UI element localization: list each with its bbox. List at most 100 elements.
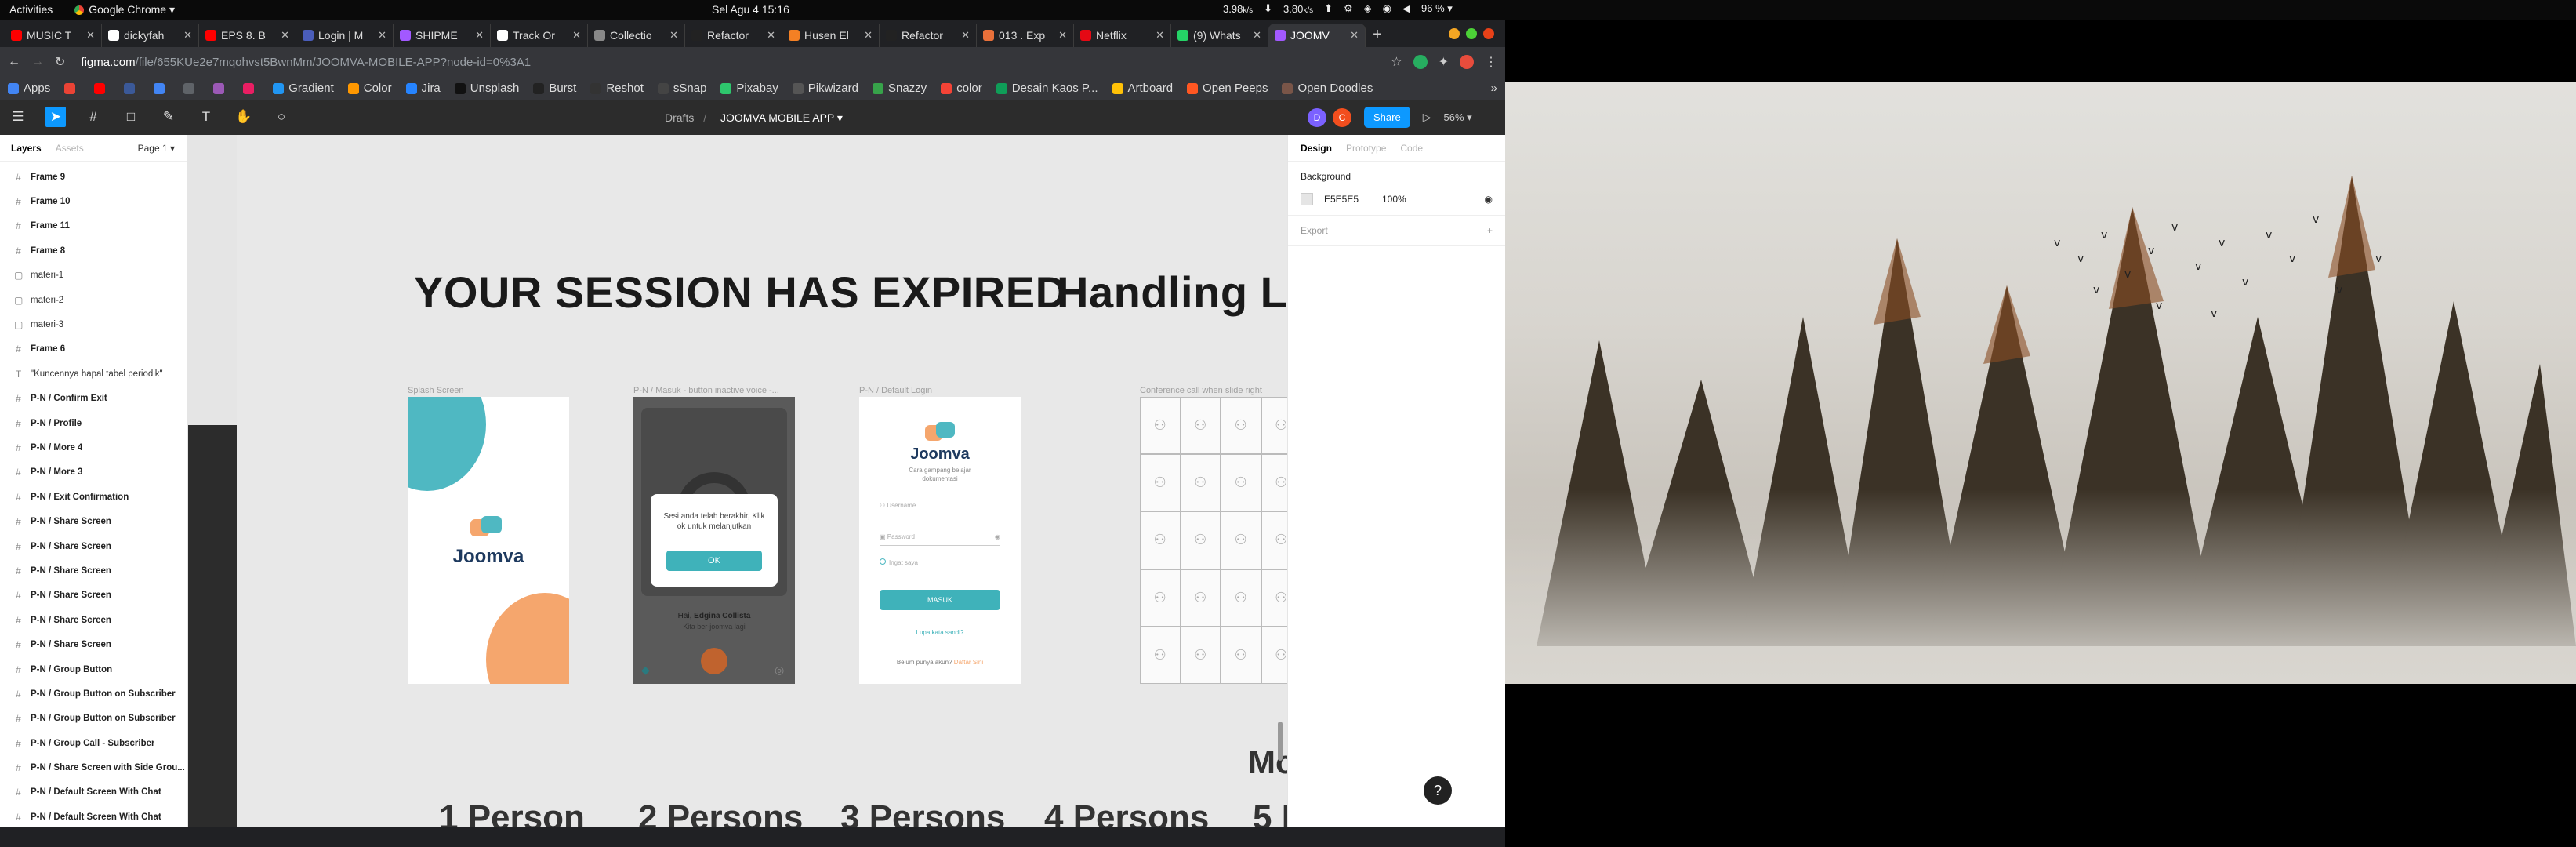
file-name-menu[interactable]: JOOMVA MOBILE APP ▾ [720,111,843,124]
text-tool-icon[interactable]: T [196,107,216,127]
browser-tab[interactable]: dickyfah ✕ [102,24,199,47]
layer-item[interactable]: # P-N / Share Screen [0,632,187,656]
bookmark-star-icon[interactable]: ☆ [1391,54,1402,70]
bookmark-item[interactable]: Open Peeps [1187,82,1268,95]
hand-tool-icon[interactable]: ✋ [234,107,254,127]
comment-tool-icon[interactable]: ○ [271,107,292,127]
bg-color-swatch[interactable] [1301,193,1313,205]
forgot-password-link[interactable]: Lupa kata sandi? [859,629,1021,636]
main-menu-icon[interactable]: ☰ [8,107,28,127]
add-export-icon[interactable]: + [1487,225,1493,236]
bookmark-item[interactable]: color [941,82,982,95]
close-tab-icon[interactable]: ✕ [378,29,386,42]
browser-tab[interactable]: SHIPME ✕ [394,24,491,47]
close-window-button[interactable] [1483,28,1494,39]
layer-item[interactable]: # P-N / Default Screen With Chat [0,805,187,829]
layer-item[interactable]: # Frame 10 [0,189,187,213]
frame-label[interactable]: Conference call when slide right [1140,386,1262,395]
layer-item[interactable]: # Frame 11 [0,214,187,238]
design-canvas[interactable]: YOUR SESSION HAS EXPIRED Handling L Spla… [188,135,1287,827]
layer-item[interactable]: ▢ materi-1 [0,264,187,288]
bookmark-item[interactable]: Jira [405,82,441,95]
shape-tool-icon[interactable]: □ [121,107,141,127]
layer-item[interactable]: # P-N / More 4 [0,435,187,460]
present-play-icon[interactable]: ▷ [1423,111,1431,124]
bookmark-item[interactable]: Reshot [590,82,644,95]
layer-item[interactable]: ▢ materi-3 [0,312,187,336]
frame-tool-icon[interactable]: # [83,107,103,127]
bookmark-item[interactable]: Burst [533,82,576,95]
tab-prototype[interactable]: Prototype [1346,143,1386,154]
profile-avatar-icon[interactable] [1460,55,1474,69]
url-field[interactable]: figma.com/file/655KUe2e7mqohvst5BwnMm/JO… [76,56,1380,69]
layer-item[interactable]: # P-N / Share Screen with Side Grou... [0,755,187,780]
close-tab-icon[interactable]: ✕ [1350,29,1359,42]
close-tab-icon[interactable]: ✕ [961,29,970,42]
pen-tool-icon[interactable]: ✎ [158,107,179,127]
bookmark-item[interactable] [183,82,199,94]
zoom-menu[interactable]: 56% ▾ [1443,111,1471,124]
layer-item[interactable]: # P-N / More 3 [0,460,187,485]
forward-icon[interactable]: → [31,55,44,69]
extensions-puzzle-icon[interactable]: ✦ [1439,54,1449,70]
password-field[interactable]: ▣ Password ◉ [880,533,1000,546]
bookmark-item[interactable]: Pikwizard [792,82,858,95]
close-tab-icon[interactable]: ✕ [767,29,775,42]
layer-item[interactable]: # P-N / Group Button [0,657,187,682]
close-tab-icon[interactable]: ✕ [1253,29,1261,42]
browser-tab[interactable]: Refactor ✕ [685,24,782,47]
bookmark-item[interactable] [94,82,110,94]
login-frame[interactable]: Joomva Cara gampang belajar dokumentasi … [859,397,1021,684]
splash-screen-frame[interactable]: Joomva [408,397,569,684]
avatar[interactable]: C [1333,107,1351,127]
browser-tab[interactable]: JOOMV ✕ [1268,24,1366,47]
bookmark-item[interactable] [124,82,140,94]
browser-tab[interactable]: EPS 8. B ✕ [199,24,296,47]
layer-item[interactable]: T "Kuncennya hapal tabel periodik" [0,362,187,386]
bookmark-item[interactable]: Desain Kaos P... [996,82,1098,95]
move-tool-icon[interactable]: ➤ [45,107,66,127]
bookmark-item[interactable]: sSnap [657,82,706,95]
register-link[interactable]: Daftar Sini [954,659,983,666]
help-button[interactable]: ? [1424,776,1452,805]
eye-icon[interactable]: ◉ [1485,194,1493,205]
bookmark-item[interactable]: Gradient [273,82,334,95]
frame-label[interactable]: P-N / Masuk - button inactive voice -... [633,386,779,395]
bookmark-item[interactable] [64,82,80,94]
bookmark-item[interactable]: Artboard [1112,82,1173,95]
layer-item[interactable]: # Frame 6 [0,337,187,362]
layer-item[interactable]: # P-N / Share Screen [0,534,187,558]
layer-item[interactable]: # P-N / Share Screen [0,583,187,608]
layer-item[interactable]: # P-N / Default Screen With Chat [0,780,187,805]
close-tab-icon[interactable]: ✕ [1058,29,1067,42]
extension-green-icon[interactable] [1413,55,1428,69]
browser-tab[interactable]: Refactor ✕ [880,24,977,47]
layer-item[interactable]: # P-N / Share Screen [0,509,187,533]
back-icon[interactable]: ← [8,55,20,69]
bookmark-item[interactable] [154,82,169,94]
browser-tab[interactable]: MUSIC T ✕ [5,24,102,47]
clock[interactable]: Sel Agu 4 15:16 [712,3,789,16]
layer-item[interactable]: # P-N / Exit Confirmation [0,485,187,509]
bookmarks-overflow-icon[interactable]: » [1491,82,1497,95]
canvas-scrollbar[interactable] [1278,722,1283,761]
tab-design[interactable]: Design [1301,143,1332,154]
layer-item[interactable]: ▢ materi-2 [0,288,187,312]
conference-grid-frame[interactable]: ⚇ ⚇ ⚇ ⚇ ⚇ ⚇ ⚇ ⚇ ⚇ ⚇ ⚇ ⚇ ⚇ ⚇ ⚇ ⚇ ⚇ ⚇ ⚇ ⚇ [1140,397,1287,684]
layer-item[interactable]: # P-N / Group Button on Subscriber [0,707,187,731]
layer-item[interactable]: # P-N / Profile [0,411,187,435]
vpn-icon[interactable]: ◈ [1364,2,1372,15]
bg-opacity-input[interactable]: 100% [1382,194,1406,205]
minimize-button[interactable] [1449,28,1460,39]
layer-item[interactable]: # Frame 9 [0,165,187,189]
bookmark-item[interactable]: Open Doodles [1282,82,1373,95]
frame-label[interactable]: Splash Screen [408,386,464,395]
layer-item[interactable]: # P-N / Group Call - Subscriber [0,731,187,755]
layer-item[interactable]: # Frame 8 [0,238,187,263]
close-tab-icon[interactable]: ✕ [572,29,581,42]
app-menu[interactable]: Google Chrome ▾ [74,3,175,16]
battery-indicator[interactable]: 96 % ▾ [1421,2,1453,15]
bookmark-item[interactable]: Pixabay [720,82,778,95]
browser-tab[interactable]: (9) Whats ✕ [1171,24,1268,47]
browser-tab[interactable]: Login | M ✕ [296,24,394,47]
